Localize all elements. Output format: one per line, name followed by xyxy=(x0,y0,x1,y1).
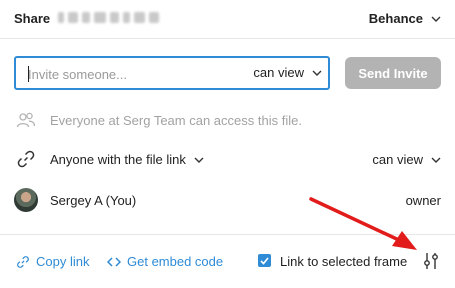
link-access-selector[interactable]: Anyone with the file link xyxy=(50,152,204,167)
link-icon xyxy=(17,150,35,168)
header-divider xyxy=(0,38,455,39)
checkbox-check-icon xyxy=(260,256,269,265)
team-access-text: Everyone at Serg Team can access this fi… xyxy=(50,113,302,128)
text-caret xyxy=(28,66,29,82)
member-name: Sergey A (You) xyxy=(50,193,137,208)
invite-input[interactable] xyxy=(28,64,248,84)
chevron-down-icon xyxy=(431,16,441,22)
link-access-label: Anyone with the file link xyxy=(50,152,186,167)
people-icon xyxy=(16,112,36,128)
annotation-arrow xyxy=(309,197,417,250)
copy-link-button[interactable]: Copy link xyxy=(16,254,89,269)
team-name: Behance xyxy=(368,11,423,26)
member-role: owner xyxy=(405,193,441,208)
share-header: Share Behance xyxy=(0,0,455,38)
invite-field[interactable]: can view xyxy=(14,56,330,90)
copy-link-icon xyxy=(17,255,29,268)
embed-code-label: Get embed code xyxy=(127,254,224,269)
copy-link-label: Copy link xyxy=(36,254,90,269)
embed-code-button[interactable]: Get embed code xyxy=(107,254,223,269)
share-title: Share xyxy=(14,11,51,26)
settings-sliders-icon[interactable] xyxy=(421,251,441,271)
team-selector[interactable]: Behance xyxy=(369,11,441,26)
link-permission-label: can view xyxy=(372,152,423,167)
chevron-down-icon xyxy=(431,157,441,163)
avatar xyxy=(14,188,38,212)
chevron-down-icon xyxy=(312,70,322,76)
code-icon xyxy=(107,256,121,267)
invite-permission-label: can view xyxy=(253,65,304,80)
invite-permission-select[interactable]: can view xyxy=(253,65,322,80)
chevron-down-icon xyxy=(194,157,204,163)
blurred-file-name xyxy=(58,12,159,23)
link-to-frame-checkbox[interactable] xyxy=(258,254,271,267)
send-invite-button[interactable]: Send Invite xyxy=(345,57,441,89)
footer-divider xyxy=(0,234,455,235)
link-permission-select[interactable]: can view xyxy=(372,152,441,167)
link-to-frame-label: Link to selected frame xyxy=(280,254,408,269)
